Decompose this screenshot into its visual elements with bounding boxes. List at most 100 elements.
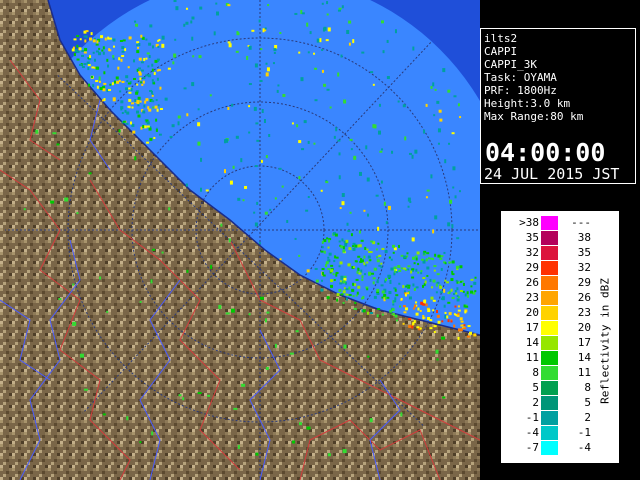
echo-cell [260, 159, 263, 163]
echo-cell [236, 136, 239, 139]
echo-cell [397, 244, 400, 248]
echo-cell [463, 304, 466, 308]
echo-cell [381, 247, 385, 250]
echo-cell [122, 120, 126, 123]
legend-upper-bound: 38 [577, 231, 591, 244]
echo-cell [412, 307, 415, 310]
echo-cell [384, 278, 387, 282]
echo-cell [325, 261, 329, 265]
echo-cell [78, 47, 82, 51]
echo-cell [325, 39, 329, 42]
echo-cell [120, 100, 124, 104]
echo-cell [218, 304, 222, 309]
echo-cell [115, 76, 119, 80]
echo-cell [420, 270, 423, 273]
echo-cell [460, 324, 464, 327]
echo-cell [73, 38, 77, 41]
echo-cell [81, 66, 85, 69]
echo-cell [464, 310, 467, 314]
echo-cell [282, 94, 286, 98]
echo-cell [451, 132, 455, 135]
task-name: Task: OYAMA [484, 71, 557, 84]
echo-cell [76, 35, 80, 38]
echo-cell [394, 29, 397, 34]
echo-cell [349, 211, 352, 214]
echo-cell [98, 76, 101, 81]
echo-cell [354, 260, 357, 263]
echo-cell [155, 128, 158, 132]
echo-cell [338, 7, 342, 10]
echo-cell [313, 142, 316, 145]
echo-cell [453, 324, 456, 328]
echo-cell [134, 99, 137, 103]
legend-color-swatch [541, 381, 558, 395]
echo-cell [339, 280, 342, 283]
echo-cell [151, 68, 154, 72]
echo-cell [395, 319, 398, 322]
echo-cell [153, 82, 156, 85]
echo-cell [199, 6, 203, 10]
echo-cell [334, 233, 338, 237]
echo-cell [300, 77, 304, 82]
echo-cell [244, 185, 248, 189]
legend-lower-bound: -4 [525, 426, 539, 439]
echo-cell [91, 66, 95, 69]
echo-cell [81, 54, 85, 57]
echo-cell [340, 293, 344, 296]
echo-cell [248, 131, 251, 134]
echo-cell [140, 61, 144, 64]
echo-cell [321, 69, 324, 73]
echo-cell [342, 246, 345, 250]
legend-row: 26 29 [501, 275, 601, 290]
echo-cell [99, 87, 103, 91]
echo-cell [436, 314, 440, 318]
echo-cell [403, 267, 407, 270]
echo-cell [161, 251, 164, 254]
echo-cell [416, 326, 420, 329]
echo-cell [391, 150, 394, 154]
echo-cell [450, 278, 454, 282]
echo-cell [273, 48, 277, 52]
echo-cell [403, 311, 407, 314]
echo-cell [80, 353, 85, 358]
echo-cell [278, 167, 282, 170]
echo-cell [352, 247, 356, 251]
echo-cell [363, 262, 366, 266]
echo-cell [246, 55, 249, 60]
echo-cell [197, 392, 202, 395]
legend-row: 25 [501, 395, 601, 410]
echo-cell [143, 104, 146, 108]
echo-cell [83, 388, 88, 391]
echo-cell [330, 269, 334, 273]
echo-cell [423, 250, 427, 253]
echo-cell [430, 296, 434, 300]
radar-map[interactable] [0, 0, 480, 480]
echo-cell [253, 106, 257, 111]
echo-cell [199, 187, 202, 192]
echo-cell [73, 53, 76, 57]
echo-cell [432, 299, 436, 302]
echo-cell [340, 54, 343, 58]
echo-cell [380, 284, 384, 287]
echo-cell [314, 67, 318, 70]
echo-cell [147, 65, 150, 68]
echo-cell [164, 97, 168, 101]
echo-cell [376, 292, 380, 295]
echo-cell [370, 311, 374, 314]
echo-cell [321, 246, 324, 249]
echo-cell [132, 130, 136, 134]
echo-cell [345, 297, 348, 301]
echo-cell [412, 321, 415, 325]
echo-cell [109, 49, 112, 52]
echo-cell [305, 209, 309, 212]
echo-cell [301, 148, 305, 151]
echo-cell [392, 251, 395, 254]
legend-row: 29 32 [501, 260, 601, 275]
echo-cell [321, 2, 324, 5]
echo-cell [346, 222, 349, 226]
echo-cell [392, 303, 395, 306]
echo-cell [150, 279, 153, 284]
echo-cell [339, 261, 343, 265]
echo-cell [261, 108, 264, 113]
echo-cell [87, 64, 91, 67]
